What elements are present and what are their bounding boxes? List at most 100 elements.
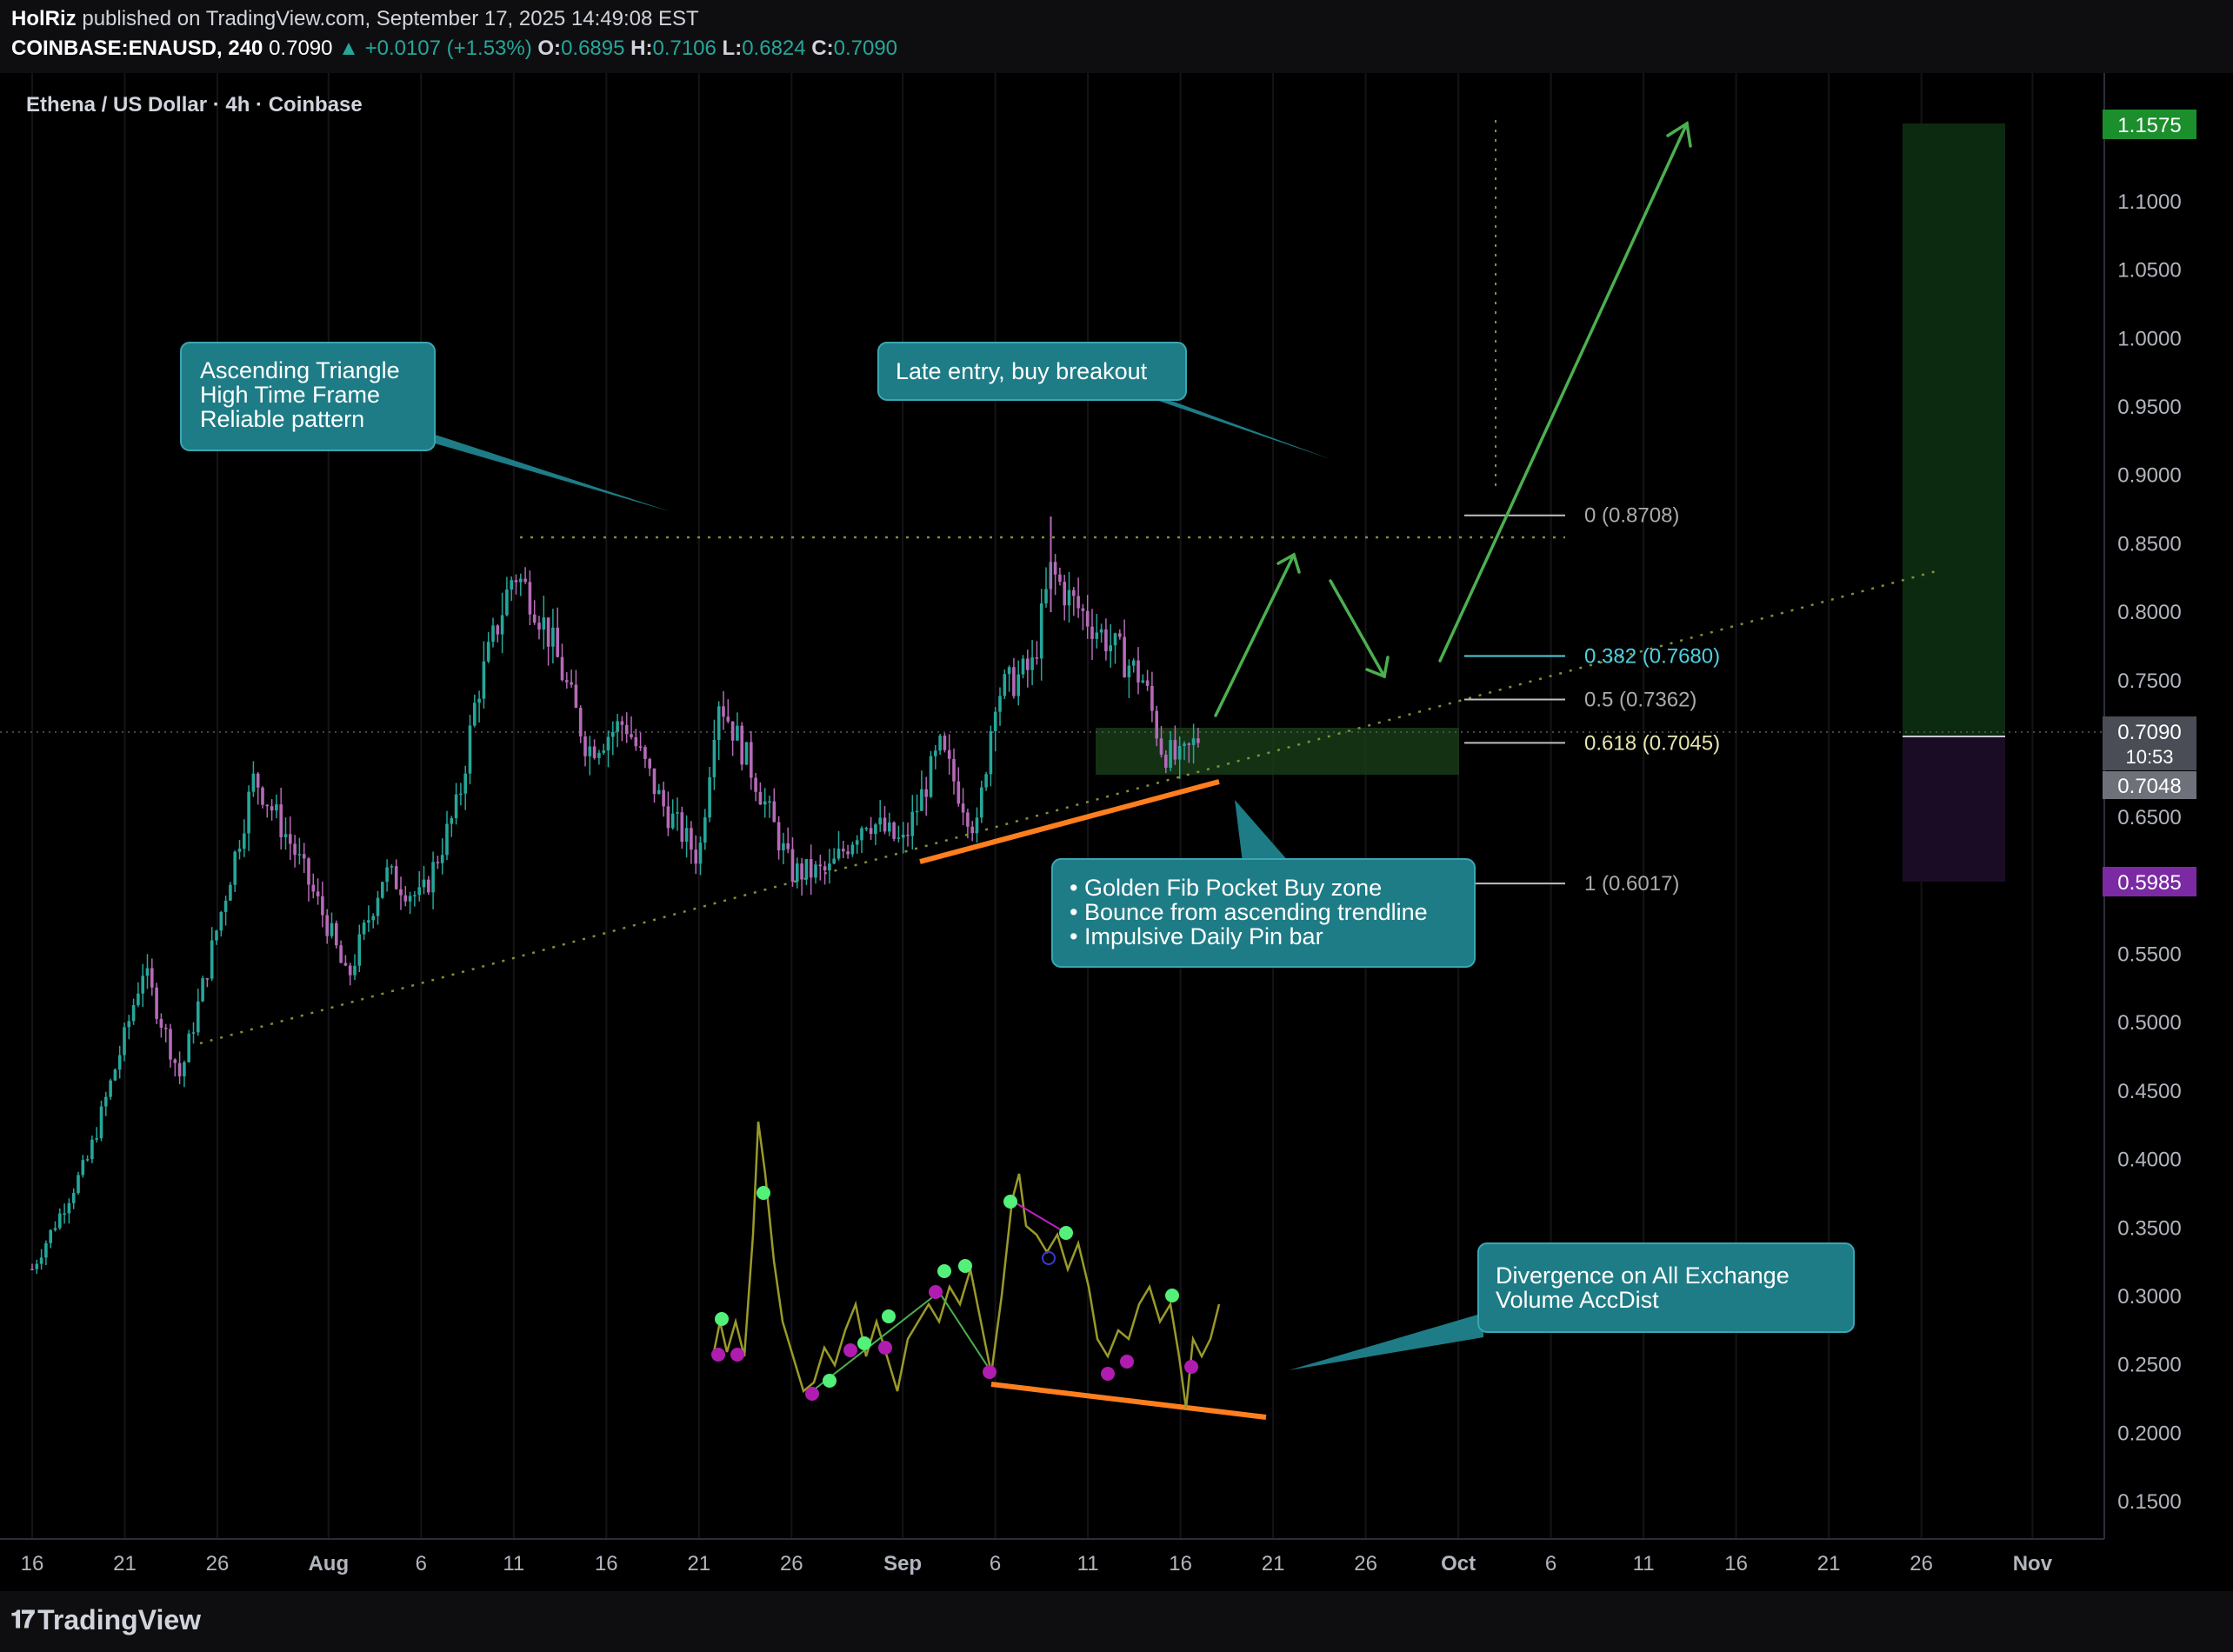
candle-body — [127, 1021, 131, 1028]
time-tick-label: 11 — [1077, 1552, 1099, 1575]
time-tick-label: 21 — [687, 1552, 710, 1575]
candle-body — [938, 736, 942, 751]
candle-body — [297, 854, 302, 856]
fib-label-0.5: 0.5 (0.7362) — [1584, 689, 1696, 712]
candle-body — [684, 828, 689, 843]
candle-body — [1063, 582, 1066, 606]
candle-body — [163, 1028, 168, 1029]
candle-body — [155, 987, 158, 1019]
candle-body — [1067, 590, 1071, 606]
candle-body — [381, 882, 384, 898]
candle-body — [1095, 632, 1099, 639]
time-tick-label: 11 — [503, 1552, 524, 1575]
profit-zone — [1903, 123, 2005, 736]
candle-body — [602, 750, 605, 753]
candle-body — [117, 1055, 122, 1070]
candle-body — [537, 623, 541, 629]
candle-body — [763, 801, 767, 805]
candle-body — [860, 828, 863, 841]
candle-body — [223, 900, 228, 912]
candle-body — [910, 811, 915, 836]
callout-late-entry-text: Late entry, buy breakout — [896, 358, 1148, 384]
candle-body — [574, 684, 578, 709]
candle-body — [989, 730, 993, 775]
candle-body — [1085, 610, 1090, 627]
accdist-pivot-low — [805, 1387, 819, 1401]
time-tick-label: 16 — [595, 1552, 618, 1575]
candle-body — [63, 1213, 66, 1215]
candle-body — [477, 698, 481, 703]
candle-body — [818, 864, 823, 867]
candle-body — [1118, 633, 1122, 637]
candle-body — [353, 965, 357, 976]
fib-label-0.618: 0.618 (0.7045) — [1584, 731, 1720, 755]
candle-body — [256, 773, 260, 788]
candle-body — [505, 590, 509, 616]
time-tick-label: 26 — [780, 1552, 803, 1575]
candle-body — [970, 826, 974, 834]
candle-body — [1187, 743, 1191, 745]
time-tick-label: Aug — [308, 1552, 349, 1575]
price-tick-label: 0.5000 — [2117, 1011, 2181, 1035]
candle-body — [436, 862, 440, 863]
candle-body — [330, 923, 334, 936]
candle-body — [95, 1138, 98, 1140]
candle — [187, 1029, 190, 1063]
candle-body — [975, 817, 979, 834]
candle-body — [205, 978, 210, 980]
fib-label-0.382: 0.382 (0.7680) — [1584, 644, 1720, 668]
candle-body — [864, 828, 869, 829]
candle-body — [183, 1062, 186, 1076]
chart-background — [0, 73, 2104, 1591]
candle-body — [1136, 660, 1140, 683]
candle-body — [348, 965, 352, 976]
candle-body — [662, 789, 665, 807]
candle-body — [772, 801, 777, 823]
price-tick-label: 0.2000 — [2117, 1422, 2181, 1445]
accdist-pivot-low — [730, 1348, 744, 1362]
candle-body — [113, 1069, 117, 1081]
accdist-pivot-low — [1120, 1355, 1134, 1369]
time-tick-label: 16 — [21, 1552, 44, 1575]
candle-body — [897, 837, 901, 839]
candle-body — [888, 822, 891, 832]
candle-body — [790, 849, 795, 883]
candle-body — [1081, 608, 1085, 611]
price-tick-label: 0.5500 — [2117, 943, 2181, 967]
tradingview-logo[interactable]: 𝟏𝟕 TradingView — [10, 1604, 201, 1636]
candle-body — [846, 851, 850, 855]
last-price-badge-text: 0.7090 — [2117, 721, 2181, 744]
target-price-badge: 1.1575 — [2103, 110, 2196, 139]
accdist-pivot-high — [715, 1312, 729, 1326]
candle — [744, 742, 749, 765]
candle-body — [782, 843, 785, 851]
candle-body — [750, 742, 753, 778]
target-badge-text: 1.1575 — [2117, 114, 2181, 137]
candle-body — [924, 789, 928, 797]
candle-body — [279, 804, 283, 837]
candle-body — [1177, 745, 1182, 760]
candle-body — [980, 787, 983, 818]
candle-body — [592, 746, 597, 758]
accdist-pivot-low — [843, 1343, 857, 1357]
candle-body — [104, 1096, 108, 1107]
golden-pocket-zone — [1096, 728, 1459, 775]
candle — [892, 821, 896, 842]
candle — [155, 983, 158, 1024]
candle-body — [1077, 596, 1080, 609]
candle-body — [842, 849, 845, 852]
candle-body — [1145, 680, 1150, 686]
candle-body — [542, 617, 546, 629]
candle-body — [565, 680, 569, 683]
candle-body — [215, 930, 218, 941]
candle-body — [1155, 710, 1158, 739]
candle-body — [676, 812, 679, 814]
candle-body — [1191, 738, 1196, 745]
candle-body — [233, 851, 237, 885]
candle-body — [376, 897, 380, 916]
candle-body — [90, 1139, 94, 1160]
candle-body — [270, 806, 274, 811]
time-tick-label: Nov — [2013, 1552, 2053, 1575]
price-chart[interactable]: 0 (0.8708) 0.382 (0.7680) 0.5 (0.7362) 0.61… — [0, 0, 2233, 1591]
price-tick-label: 1.0000 — [2117, 327, 2181, 350]
